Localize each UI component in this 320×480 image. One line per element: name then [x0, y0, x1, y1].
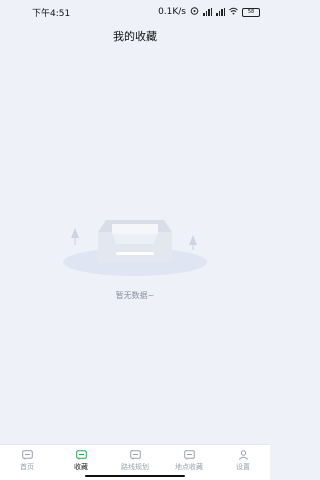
tab-route-planning-label: 路线规划 — [121, 463, 149, 471]
tab-home-label: 首页 — [20, 463, 34, 471]
empty-state: 暂无数据~ — [0, 200, 270, 310]
header: 我的收藏 — [0, 24, 270, 48]
tab-settings[interactable]: 设置 — [216, 445, 270, 472]
tab-favorites-label: 收藏 — [74, 463, 88, 471]
network-speed: 0.1K/s — [158, 7, 186, 17]
hotspot-icon — [190, 6, 199, 18]
tab-route-planning[interactable]: 路线规划 — [108, 445, 162, 472]
favorites-icon — [75, 450, 87, 460]
location-icon — [183, 450, 195, 460]
page-title: 我的收藏 — [113, 30, 157, 43]
tab-settings-label: 设置 — [236, 463, 250, 471]
user-icon — [238, 450, 248, 460]
empty-message: 暂无数据~ — [115, 291, 155, 300]
wifi-icon — [229, 7, 238, 18]
status-indicators: 0.1K/s 58 — [158, 6, 260, 18]
route-icon — [129, 450, 141, 460]
signal-icon-2 — [216, 8, 225, 16]
tab-location-favorites[interactable]: 地点收藏 — [162, 445, 216, 472]
home-icon — [21, 450, 33, 460]
battery-icon: 58 — [242, 7, 260, 17]
signal-icon — [203, 8, 212, 16]
tab-location-favorites-label: 地点收藏 — [175, 463, 203, 471]
home-indicator[interactable] — [85, 475, 185, 477]
tab-home[interactable]: 首页 — [0, 445, 54, 472]
status-bar: 下午4:51 0.1K/s 58 — [0, 0, 270, 24]
tab-favorites[interactable]: 收藏 — [54, 445, 108, 472]
battery-level: 58 — [247, 8, 255, 15]
status-time: 下午4:51 — [32, 8, 71, 19]
empty-inbox-illustration — [63, 220, 207, 276]
